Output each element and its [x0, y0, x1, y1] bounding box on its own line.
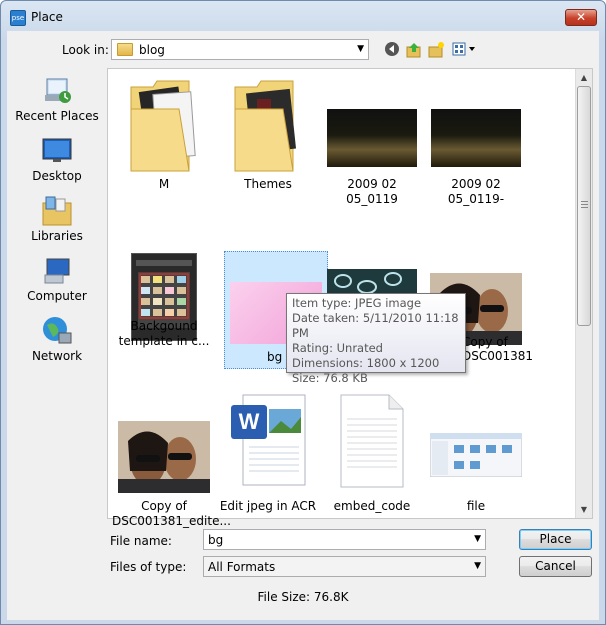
place-computer[interactable]: Computer	[13, 251, 101, 311]
file-name-label: File name:	[110, 534, 172, 548]
look-in-value: blog	[139, 43, 165, 57]
tooltip-date-taken: Date taken: 5/11/2010 11:18 PM	[292, 311, 459, 340]
new-folder-icon[interactable]	[427, 41, 445, 59]
file-item-image[interactable]: Backgound template in c...	[112, 219, 216, 348]
tree-silhouette-thumbnail	[327, 109, 417, 167]
tooltip-item-type: Item type: JPEG image	[292, 296, 422, 310]
file-label: Copy of DSC001381_edite...	[112, 499, 231, 528]
title-bar: pse Place ✕	[1, 1, 605, 33]
place-label: Libraries	[31, 229, 83, 243]
view-menu-icon[interactable]	[451, 41, 479, 59]
word-document-icon: W	[229, 393, 307, 489]
file-item-folder-themes[interactable]: Themes	[216, 73, 320, 193]
place-recent-places[interactable]: Recent Places	[13, 71, 101, 131]
pse-app-icon: pse	[10, 10, 26, 26]
file-label: file	[466, 499, 486, 513]
file-item-photo[interactable]: 2009 02 05_0119-	[424, 73, 528, 206]
chevron-down-icon: ▼	[474, 561, 481, 571]
desktop-icon	[41, 135, 73, 167]
files-of-type-value: All Formats	[208, 560, 276, 574]
chevron-down-icon: ▼	[357, 44, 364, 54]
libraries-icon	[41, 195, 73, 227]
file-label: Backgound template in c...	[118, 319, 210, 348]
places-bar: Recent Places Desktop Libraries Computer	[13, 71, 101, 363]
place-dialog: pse Place ✕ Look in: blog ▼ Recent Place…	[0, 0, 606, 625]
file-list-view[interactable]: M Themes 2009 02 05_0119 2009 02 05_0119…	[107, 68, 593, 528]
file-label: Edit jpeg in ACR	[219, 499, 317, 513]
svg-text:W: W	[239, 409, 260, 434]
tooltip-dimensions: Dimensions: 1800 x 1200	[292, 356, 440, 370]
dialog-body: Look in: blog ▼ Recent Places Desktop Li…	[7, 31, 599, 620]
file-item-document[interactable]: W Edit jpeg in ACR	[216, 383, 320, 513]
screenshot-thumbnail	[429, 432, 523, 478]
file-item-photo[interactable]: 2009 02 05_0119	[320, 73, 424, 206]
scroll-up-icon[interactable]: ▲	[576, 69, 592, 86]
network-icon	[41, 315, 73, 347]
vertical-scrollbar[interactable]: ▲ ▼	[575, 69, 592, 518]
files-of-type-dropdown[interactable]: All Formats ▼	[203, 556, 486, 577]
file-info-tooltip: Item type: JPEG image Date taken: 5/11/2…	[286, 293, 466, 385]
close-button[interactable]: ✕	[565, 9, 597, 26]
file-name-value: bg	[208, 533, 224, 547]
file-label: M	[158, 177, 170, 191]
place-button[interactable]: Place	[519, 529, 592, 550]
file-item-document[interactable]: embed_code	[320, 383, 424, 513]
file-label: 2009 02 05_0119-	[447, 177, 505, 206]
place-network[interactable]: Network	[13, 311, 101, 371]
window-title: Place	[31, 10, 63, 24]
chevron-down-icon[interactable]: ▼	[474, 534, 481, 544]
look-in-label: Look in:	[62, 43, 109, 57]
look-in-dropdown[interactable]: blog ▼	[111, 39, 369, 60]
scroll-down-icon[interactable]: ▼	[576, 501, 592, 518]
close-icon: ✕	[575, 10, 587, 24]
computer-icon	[41, 255, 73, 287]
couple-photo-thumbnail	[118, 421, 210, 493]
file-label: 2009 02 05_0119	[346, 177, 398, 206]
files-of-type-label: Files of type:	[110, 560, 187, 574]
file-label: Themes	[244, 177, 292, 191]
text-document-icon	[339, 393, 405, 489]
file-item-image[interactable]: file	[424, 383, 528, 513]
file-label: embed_code	[333, 499, 411, 513]
tree-silhouette-thumbnail	[431, 109, 521, 167]
folder-icon	[233, 79, 303, 173]
folder-icon	[117, 43, 133, 56]
place-label: Network	[31, 349, 83, 363]
recent-places-icon	[41, 75, 73, 107]
file-name-input[interactable]: bg ▼	[203, 529, 486, 550]
back-icon[interactable]	[383, 41, 401, 59]
file-size-readout: File Size: 76.8K	[257, 590, 349, 604]
file-item-folder-m[interactable]: M	[112, 73, 216, 193]
place-desktop[interactable]: Desktop	[13, 131, 101, 191]
place-label: Computer	[27, 289, 87, 303]
file-item-photo[interactable]: Copy of DSC001381_edite...	[112, 383, 231, 528]
up-folder-icon[interactable]	[405, 41, 423, 59]
folder-icon	[129, 79, 199, 173]
place-libraries[interactable]: Libraries	[13, 191, 101, 251]
place-label: Recent Places	[15, 109, 99, 123]
cancel-button[interactable]: Cancel	[519, 556, 592, 577]
place-label: Desktop	[32, 169, 82, 183]
tooltip-size: Size: 76.8 KB	[292, 371, 368, 385]
tooltip-rating: Rating: Unrated	[292, 341, 383, 355]
scrollbar-thumb[interactable]	[577, 86, 591, 326]
